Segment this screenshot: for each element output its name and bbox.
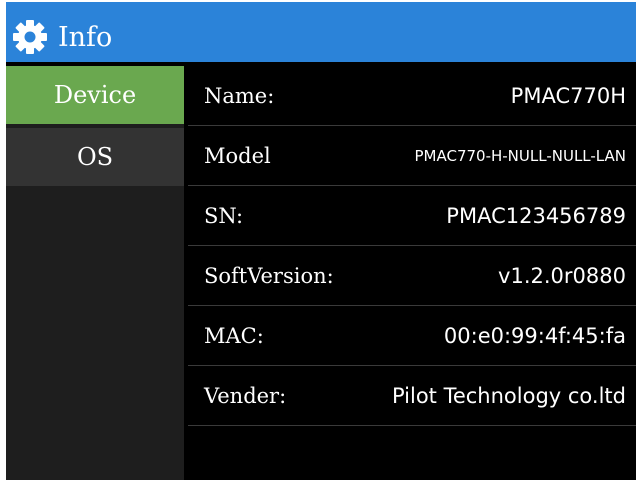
info-row-vender: Vender: Pilot Technology co.ltd [188, 366, 636, 426]
info-row-name: Name: PMAC770H [188, 66, 636, 126]
sidebar-item-label: Device [53, 81, 137, 109]
info-value: 00:e0:99:4f:45:fa [443, 324, 626, 348]
info-value: PMAC123456789 [446, 204, 626, 228]
info-value: PMAC770-H-NULL-NULL-LAN [414, 147, 626, 165]
gear-icon [12, 19, 48, 55]
info-label: SN: [204, 204, 244, 228]
title-bar: Info [6, 2, 636, 62]
info-row-model: Model PMAC770-H-NULL-NULL-LAN [188, 126, 636, 186]
info-label: Model [204, 144, 271, 168]
sidebar: Device OS [6, 66, 184, 480]
sidebar-item-os[interactable]: OS [6, 128, 184, 186]
info-row-sn: SN: PMAC123456789 [188, 186, 636, 246]
info-label: MAC: [204, 324, 264, 348]
info-value: PMAC770H [510, 84, 626, 108]
sidebar-item-device[interactable]: Device [6, 66, 184, 124]
window-title: Info [58, 22, 113, 53]
info-label: Name: [204, 84, 275, 108]
info-row-mac: MAC: 00:e0:99:4f:45:fa [188, 306, 636, 366]
info-panel: Name: PMAC770H Model PMAC770-H-NULL-NULL… [188, 66, 636, 480]
info-label: Vender: [204, 384, 287, 408]
device-screen: Info Device OS Name: PMAC770H Model PMAC… [6, 2, 636, 480]
info-row-softversion: SoftVersion: v1.2.0r0880 [188, 246, 636, 306]
info-value: Pilot Technology co.ltd [391, 384, 626, 408]
sidebar-item-label: OS [76, 143, 114, 171]
info-value: v1.2.0r0880 [498, 264, 626, 288]
info-label: SoftVersion: [204, 264, 334, 288]
